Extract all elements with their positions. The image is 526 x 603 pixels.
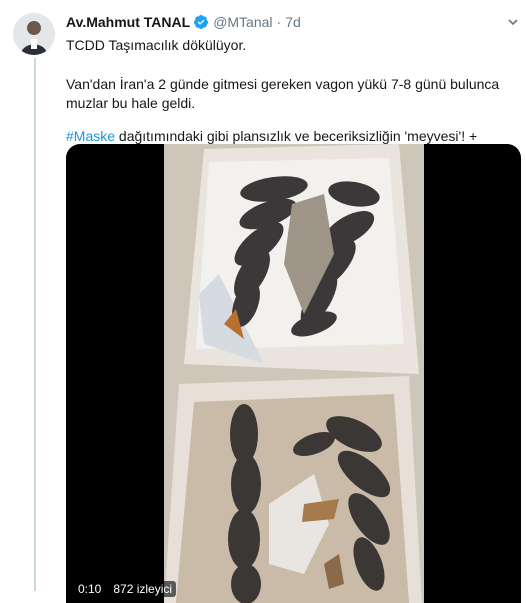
tweet-text-line-3-rest: dağıtımındaki gibi plansızlık ve becerik… <box>115 128 478 144</box>
video-duration: 0:10 <box>74 581 106 597</box>
video-player[interactable]: 0:10 872 izleyici <box>66 144 521 603</box>
chevron-down-icon[interactable] <box>507 16 519 28</box>
avatar[interactable] <box>13 13 55 55</box>
verified-badge-icon <box>194 15 209 29</box>
tweet-content: Av.Mahmut TANAL @MTanal · 7d TCDD Taşıma… <box>66 12 521 603</box>
tweet-text-line-1: TCDD Taşımacılık dökülüyor. <box>66 37 247 53</box>
hashtag-link[interactable]: #Maske <box>66 128 115 144</box>
author-name[interactable]: Av.Mahmut TANAL <box>66 14 190 30</box>
tweet[interactable]: Av.Mahmut TANAL @MTanal · 7d TCDD Taşıma… <box>0 0 526 603</box>
thread-line <box>34 58 36 591</box>
separator: · <box>276 14 282 30</box>
author-handle[interactable]: @MTanal <box>213 14 272 30</box>
video-view-count: 872 izleyici <box>109 581 177 597</box>
tweet-header: Av.Mahmut TANAL @MTanal · 7d <box>66 12 521 32</box>
tweet-time[interactable]: 7d <box>285 14 301 30</box>
tweet-text-line-2: Van'dan İran'a 2 günde gitmesi gereken v… <box>66 76 500 111</box>
video-frame <box>164 144 424 603</box>
video-meta: 0:10 872 izleyici <box>74 581 177 597</box>
